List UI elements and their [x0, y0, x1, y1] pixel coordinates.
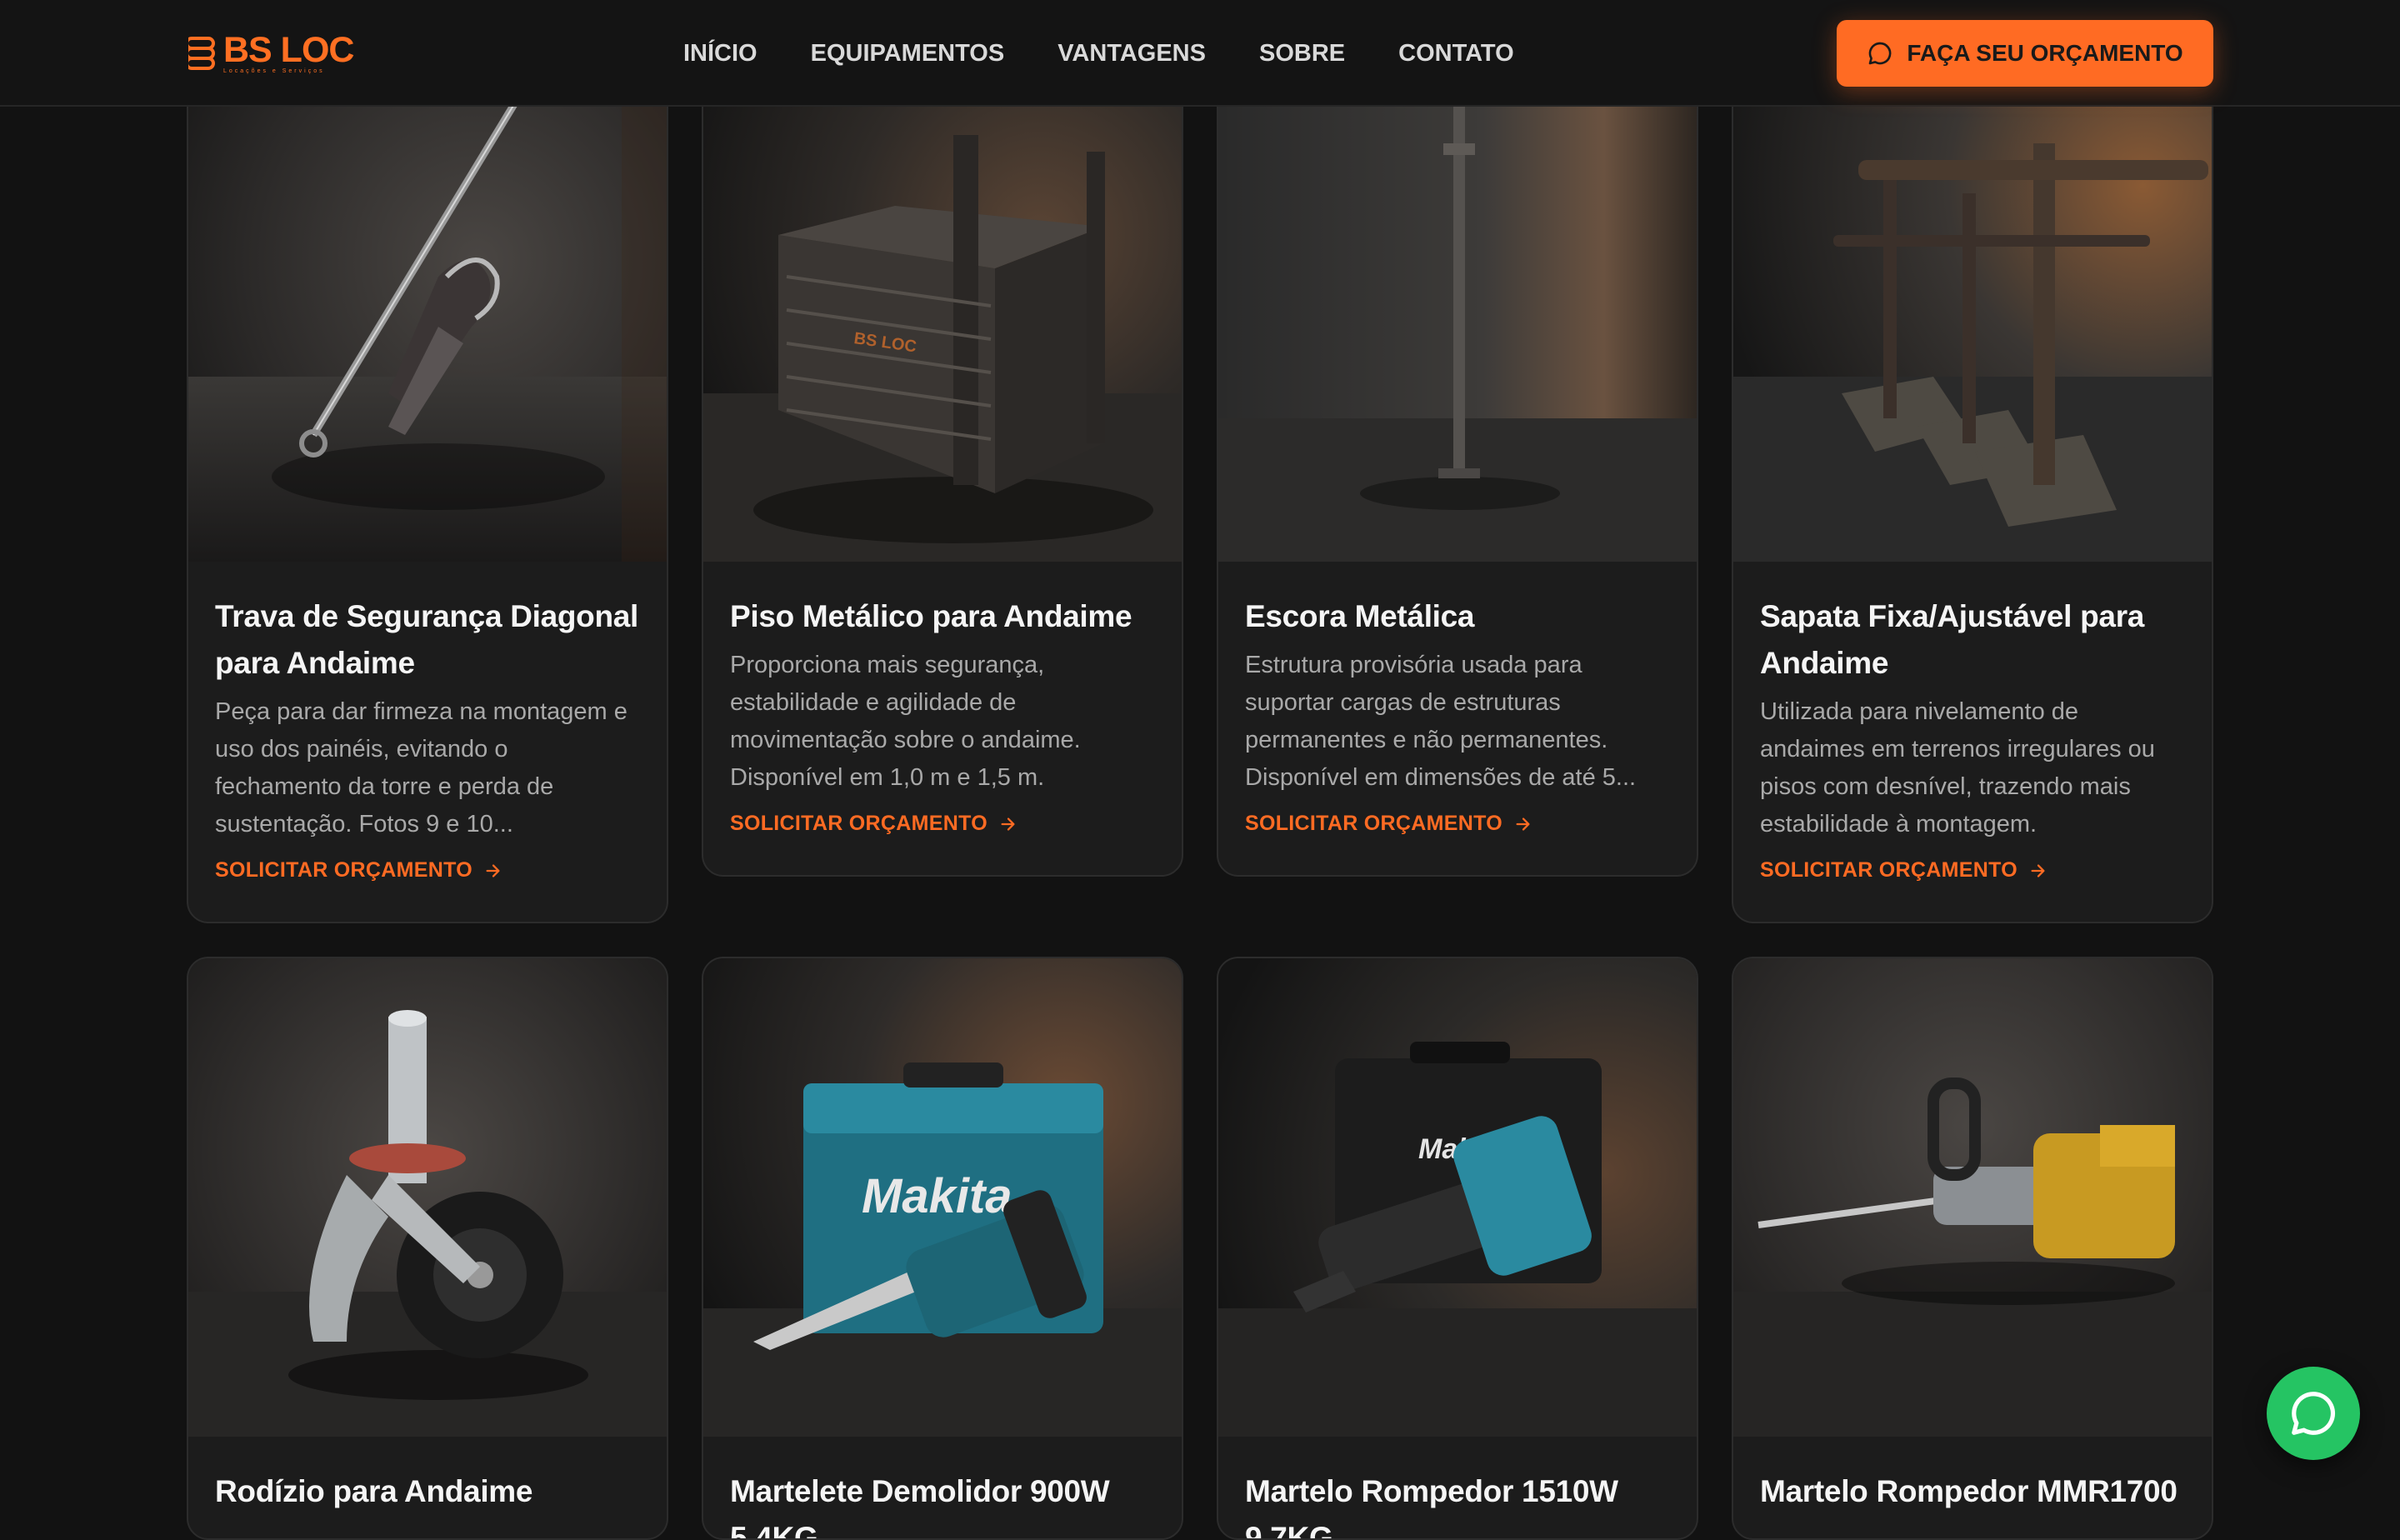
product-title: Martelo Rompedor MMR1700 – — [1760, 1474, 2178, 1540]
product-description: Peça para dar firmeza na montagem e uso … — [215, 698, 628, 838]
product-card[interactable]: BS LOC Piso Metálico para Andaime Propor… — [702, 58, 1183, 877]
product-card[interactable]: Makita Martelo Rompedor 1510W 9,7KG — [1217, 957, 1698, 1540]
logo-subtitle: Locações e Serviços — [223, 68, 325, 74]
product-title: Martelete Demolidor 900W 5,4KG — [730, 1474, 1110, 1540]
product-card[interactable]: Trava de Segurança Diagonal para Andaime… — [187, 58, 668, 923]
nav-contato[interactable]: CONTATO — [1398, 37, 1514, 70]
request-quote-link[interactable]: SOLICITAR ORÇAMENTO — [1245, 812, 1670, 836]
logo[interactable]: BS LOC Locações e Serviços — [188, 30, 354, 75]
arrow-right-icon — [1516, 817, 1530, 831]
request-quote-label: SOLICITAR ORÇAMENTO — [215, 858, 472, 882]
product-card[interactable]: Sapata Fixa/Ajustável para Andaime Utili… — [1732, 58, 2213, 923]
request-quote-link[interactable]: SOLICITAR ORÇAMENTO — [730, 812, 1155, 836]
request-quote-link[interactable]: SOLICITAR ORÇAMENTO — [215, 858, 640, 882]
quote-button-label: FAÇA SEU ORÇAMENTO — [1907, 40, 2183, 66]
arrow-right-icon — [2031, 863, 2045, 878]
product-title: Trava de Segurança Diagonal para Andaime — [215, 599, 639, 680]
nav-vantagens[interactable]: VANTAGENS — [1058, 37, 1206, 70]
product-title: Piso Metálico para Andaime — [730, 599, 1132, 633]
product-card[interactable]: Rodízio para Andaime — [187, 957, 668, 1540]
nav-inicio[interactable]: INÍCIO — [683, 37, 758, 70]
product-image: BS LOC — [703, 60, 1182, 562]
product-image: Makita — [703, 958, 1182, 1437]
product-description: Proporciona mais segurança, estabilidade… — [730, 652, 1081, 791]
arrow-right-icon — [1001, 817, 1015, 831]
product-title: Martelo Rompedor 1510W 9,7KG — [1245, 1474, 1618, 1540]
product-card[interactable]: Makita Martelete Demolidor 900W 5,4KG — [702, 957, 1183, 1540]
product-title: Sapata Fixa/Ajustável para Andaime — [1760, 599, 2145, 680]
logo-icon — [188, 37, 215, 70]
request-quote-label: SOLICITAR ORÇAMENTO — [1245, 812, 1502, 835]
request-quote-link[interactable]: SOLICITAR ORÇAMENTO — [1760, 858, 2185, 882]
arrow-right-icon — [486, 863, 500, 878]
image-brand-mark: Makita — [862, 1169, 1012, 1223]
whatsapp-icon — [2292, 1392, 2335, 1435]
request-quote-label: SOLICITAR ORÇAMENTO — [730, 812, 988, 835]
whatsapp-button[interactable] — [2267, 1367, 2360, 1460]
quote-button[interactable]: FAÇA SEU ORÇAMENTO — [1837, 20, 2213, 87]
product-title: Rodízio para Andaime — [215, 1474, 533, 1508]
product-image: Makita — [1218, 958, 1697, 1437]
product-description: Estrutura provisória usada para suportar… — [1245, 652, 1637, 791]
main-nav: INÍCIO EQUIPAMENTOS VANTAGENS SOBRE CONT… — [683, 37, 1514, 70]
product-card[interactable]: Escora Metálica Estrutura provisória usa… — [1217, 58, 1698, 877]
nav-sobre[interactable]: SOBRE — [1259, 37, 1345, 70]
product-description: Utilizada para nivelamento de andaimes e… — [1760, 698, 2155, 838]
product-image — [188, 60, 667, 562]
product-card[interactable]: Martelo Rompedor MMR1700 – — [1732, 957, 2213, 1540]
product-image — [1733, 958, 2212, 1437]
nav-equipamentos[interactable]: EQUIPAMENTOS — [811, 37, 1005, 70]
product-image — [1218, 60, 1697, 562]
request-quote-label: SOLICITAR ORÇAMENTO — [1760, 858, 2018, 882]
site-header: BS LOC Locações e Serviços INÍCIO EQUIPA… — [0, 0, 2400, 107]
chat-bubble-icon — [1868, 42, 1892, 65]
product-image — [188, 958, 667, 1437]
product-title: Escora Metálica — [1245, 599, 1475, 633]
product-image — [1733, 60, 2212, 562]
logo-text: BS LOC — [223, 30, 354, 70]
